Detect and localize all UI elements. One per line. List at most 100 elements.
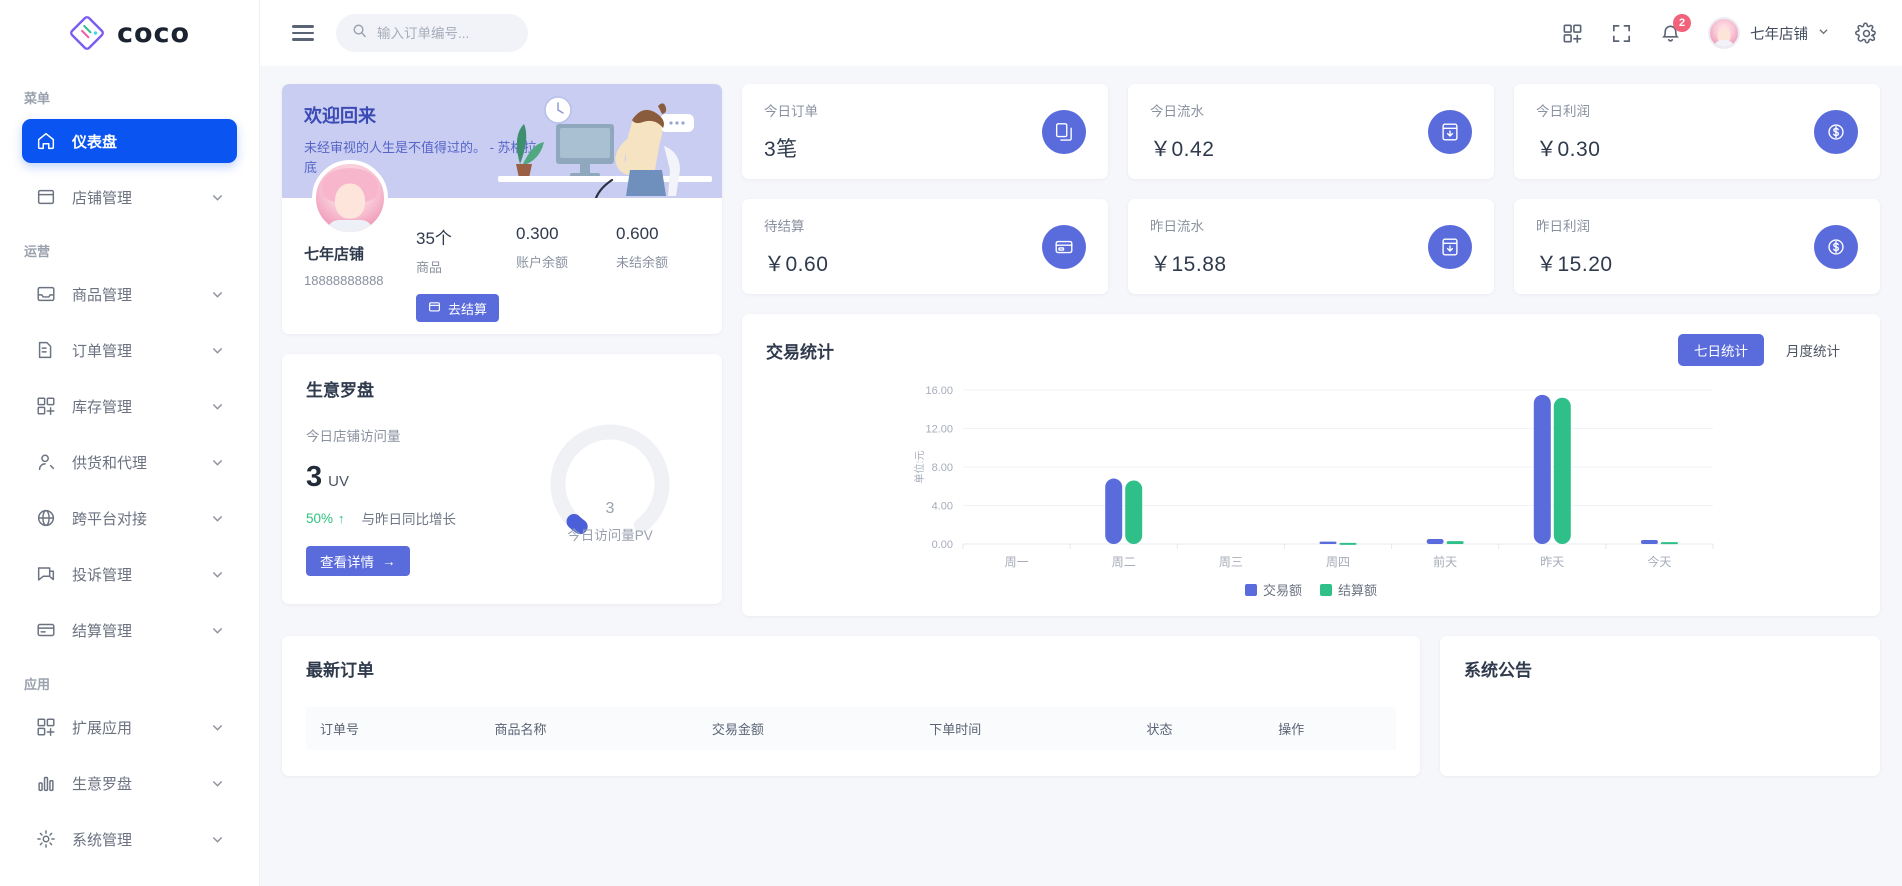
svg-text:周四: 周四 [1326, 555, 1350, 569]
legend-label: 交易额 [1263, 580, 1302, 599]
compass-title: 生意罗盘 [306, 376, 698, 401]
bottom-row: 最新订单 订单号商品名称交易金额下单时间状态操作 系统公告 [282, 636, 1880, 776]
chevron-down-icon [211, 777, 224, 790]
sidebar-item-生意罗盘[interactable]: 生意罗盘 [22, 761, 237, 805]
shop-stat-value: 0.600 [616, 224, 716, 244]
sidebar-group-title: 菜单 [22, 88, 237, 107]
svg-text:周三: 周三 [1219, 555, 1243, 569]
sidebar-item-商品管理[interactable]: 商品管理 [22, 272, 237, 316]
right-column: 今日订单3笔今日流水￥0.42今日利润￥0.30待结算￥0.60昨日流水￥15.… [742, 84, 1880, 616]
sidebar-item-系统管理[interactable]: 系统管理 [22, 817, 237, 861]
shop-stat: 0.600 未结余额 [616, 224, 716, 276]
kpi-value: ￥0.30 [1536, 133, 1600, 163]
shop-stat-label: 未结余额 [616, 252, 716, 271]
sidebar-item-仪表盘[interactable]: 仪表盘 [22, 119, 237, 163]
brand-logo[interactable]: coco [0, 0, 259, 66]
latest-orders-title: 最新订单 [306, 656, 1396, 681]
orders-table: 订单号商品名称交易金额下单时间状态操作 [306, 707, 1396, 750]
latest-orders-card: 最新订单 订单号商品名称交易金额下单时间状态操作 [282, 636, 1420, 776]
kpi-card-今日利润[interactable]: 今日利润￥0.30 [1514, 84, 1880, 179]
shop-stat-label: 账户余额 [516, 252, 616, 271]
sidebar-nav: 菜单仪表盘店铺管理运营商品管理订单管理库存管理供货和代理跨平台对接投诉管理结算管… [0, 88, 259, 861]
gear-icon[interactable] [1855, 22, 1878, 45]
sidebar-item-订单管理[interactable]: 订单管理 [22, 328, 237, 372]
grid-plus-icon [35, 716, 57, 738]
legend-item-结算额[interactable]: 结算额 [1320, 580, 1377, 599]
legend-swatch [1245, 584, 1257, 596]
svg-text:昨天: 昨天 [1540, 555, 1564, 569]
svg-text:16.00: 16.00 [925, 385, 953, 397]
card-icon [35, 619, 57, 641]
kpi-card-昨日利润[interactable]: 昨日利润￥15.20 [1514, 199, 1880, 294]
store-icon [35, 186, 57, 208]
sidebar-item-库存管理[interactable]: 库存管理 [22, 384, 237, 428]
sidebar-item-店铺管理[interactable]: 店铺管理 [22, 175, 237, 219]
sidebar-item-供货和代理[interactable]: 供货和代理 [22, 440, 237, 484]
chevron-down-icon [211, 624, 224, 637]
kpi-value: ￥15.20 [1536, 248, 1613, 278]
credit-card-icon [1042, 225, 1086, 269]
search-input[interactable] [377, 26, 512, 41]
chevron-down-icon [211, 568, 224, 581]
notifications-button[interactable]: 2 [1659, 22, 1682, 45]
chevron-down-icon [211, 344, 224, 357]
sidebar-item-结算管理[interactable]: 结算管理 [22, 608, 237, 652]
system-notice-title: 系统公告 [1464, 656, 1856, 681]
fullscreen-icon[interactable] [1610, 22, 1633, 45]
kpi-value: ￥0.42 [1150, 133, 1214, 163]
svg-text:今天: 今天 [1647, 554, 1671, 569]
svg-text:前天: 前天 [1433, 554, 1457, 569]
sidebar-item-label: 仪表盘 [72, 131, 224, 152]
shop-stat-value: 0.300 [516, 224, 616, 244]
view-details-button[interactable]: 查看详情 → [306, 546, 410, 576]
arrow-up-icon: ↑ [338, 511, 345, 526]
kpi-card-今日订单[interactable]: 今日订单3笔 [742, 84, 1108, 179]
hamburger-icon[interactable] [292, 25, 314, 41]
kpi-text: 今日订单3笔 [764, 100, 818, 163]
kpi-label: 昨日流水 [1150, 215, 1227, 235]
shop-stat-value: 35个 [416, 224, 516, 249]
notification-badge: 2 [1673, 14, 1691, 32]
order-list-icon [35, 339, 57, 361]
kpi-card-今日流水[interactable]: 今日流水￥0.42 [1128, 84, 1494, 179]
archive-down-icon [1428, 225, 1472, 269]
sidebar-item-投诉管理[interactable]: 投诉管理 [22, 552, 237, 596]
legend-swatch [1320, 584, 1332, 596]
copy-docs-icon [1042, 110, 1086, 154]
sidebar-item-跨平台对接[interactable]: 跨平台对接 [22, 496, 237, 540]
stats-values-row: 35个商品0.300账户余额0.600未结余额 [416, 224, 716, 276]
chart-title: 交易统计 [766, 338, 834, 363]
search-box[interactable] [336, 14, 528, 52]
svg-text:周二: 周二 [1112, 555, 1136, 569]
user-name: 七年店铺 [1750, 23, 1808, 44]
top-row: 欢迎回来 未经审视的人生是不值得过的。 - 苏格拉底 [282, 84, 1880, 616]
kpi-card-昨日流水[interactable]: 昨日流水￥15.88 [1128, 199, 1494, 294]
system-notice-card: 系统公告 [1440, 636, 1880, 776]
growth-percent: 50% [306, 511, 333, 526]
svg-text:0.00: 0.00 [932, 539, 953, 551]
user-menu[interactable]: 七年店铺 [1708, 17, 1829, 49]
svg-text:单位:元: 单位:元 [913, 451, 926, 484]
wallet-icon [428, 300, 441, 316]
sidebar-item-label: 商品管理 [72, 284, 211, 305]
chart-tab-七日统计[interactable]: 七日统计 [1678, 334, 1764, 366]
sidebar-item-扩展应用[interactable]: 扩展应用 [22, 705, 237, 749]
orders-column-header: 下单时间 [915, 707, 1132, 750]
avatar [312, 160, 388, 236]
kpi-text: 昨日利润￥15.20 [1536, 215, 1613, 278]
legend-item-交易额[interactable]: 交易额 [1245, 580, 1302, 599]
shop-phone: 18888888888 [304, 273, 416, 288]
orders-column-header: 操作 [1264, 707, 1396, 750]
chart-tab-月度统计[interactable]: 月度统计 [1770, 334, 1856, 366]
kpi-card-待结算[interactable]: 待结算￥0.60 [742, 199, 1108, 294]
view-details-label: 查看详情 [320, 551, 374, 571]
svg-text:12.00: 12.00 [925, 424, 953, 436]
settle-button[interactable]: 去结算 [416, 294, 499, 322]
chevron-down-icon [211, 512, 224, 525]
sidebar-item-label: 跨平台对接 [72, 508, 211, 529]
shop-stat: 0.300 账户余额 [516, 224, 616, 276]
chevron-down-icon [1818, 24, 1829, 42]
shop-stats: 35个商品0.300账户余额0.600未结余额 去结算 [416, 198, 716, 334]
sidebar-item-label: 系统管理 [72, 829, 211, 850]
grid-plus-icon[interactable] [1561, 22, 1584, 45]
